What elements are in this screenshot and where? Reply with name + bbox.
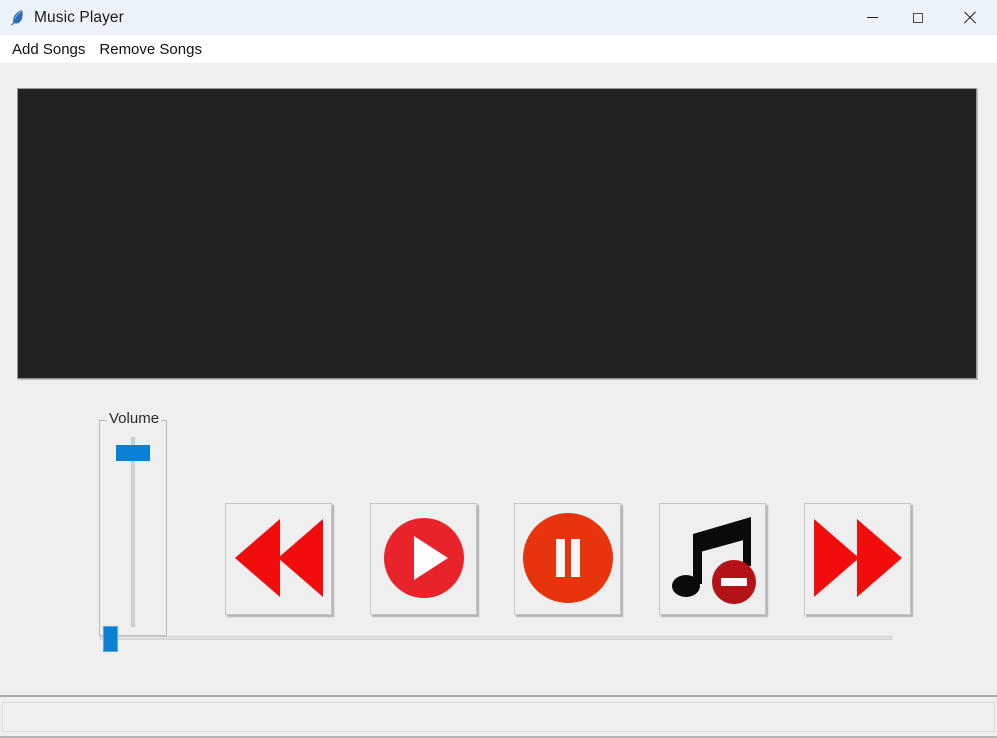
remove-song-button[interactable] — [659, 503, 766, 615]
fast-forward-icon — [810, 515, 906, 604]
status-text — [2, 702, 995, 732]
menu-item-add-songs[interactable]: Add Songs — [5, 39, 92, 60]
pause-button[interactable] — [514, 503, 621, 615]
minimize-button[interactable] — [849, 0, 895, 35]
volume-slider-track[interactable] — [131, 437, 135, 627]
seek-slider[interactable] — [100, 621, 892, 655]
pause-circle-icon — [522, 512, 614, 607]
menubar: Add Songs Remove Songs — [0, 35, 997, 63]
music-note-minus-icon — [667, 512, 759, 607]
titlebar: Music Player — [0, 0, 997, 35]
maximize-icon — [913, 12, 923, 23]
main-content: Volume — [0, 63, 997, 688]
volume-slider-thumb[interactable] — [116, 445, 150, 461]
rewind-icon — [231, 515, 327, 604]
feather-icon — [9, 9, 25, 27]
seek-slider-track[interactable] — [100, 636, 892, 640]
maximize-button[interactable] — [895, 0, 941, 35]
previous-button[interactable] — [225, 503, 332, 615]
seek-slider-thumb[interactable] — [103, 626, 118, 652]
volume-group: Volume — [99, 410, 167, 636]
menu-item-remove-songs[interactable]: Remove Songs — [92, 39, 209, 60]
window-title: Music Player — [34, 8, 124, 26]
window-controls — [849, 0, 997, 35]
close-icon — [962, 11, 976, 25]
play-circle-icon — [383, 517, 465, 602]
display-panel — [17, 88, 977, 379]
close-button[interactable] — [941, 0, 997, 35]
volume-slider[interactable] — [116, 437, 150, 627]
next-button[interactable] — [804, 503, 911, 615]
statusbar — [0, 695, 997, 738]
play-button[interactable] — [370, 503, 477, 615]
volume-label: Volume — [107, 410, 162, 427]
minimize-icon — [866, 17, 878, 18]
